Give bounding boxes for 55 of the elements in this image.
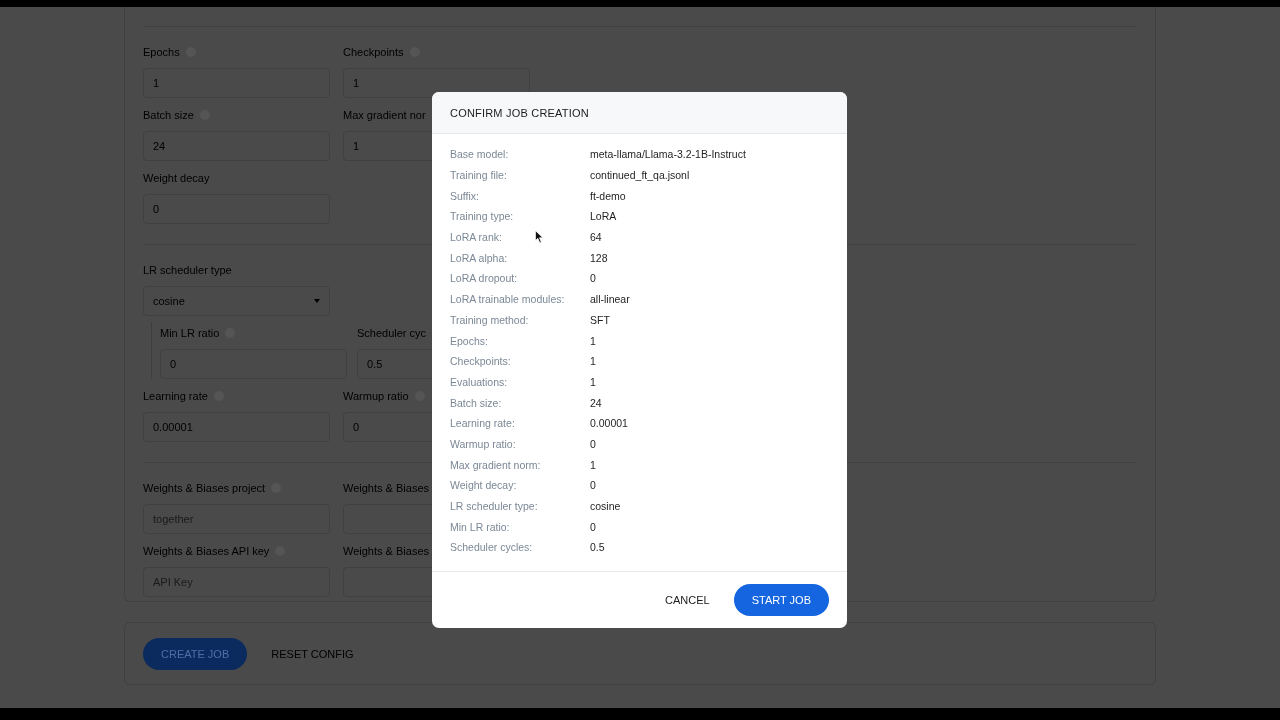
detail-label: Scheduler cycles: xyxy=(450,541,533,554)
detail-label: Training type: xyxy=(450,210,514,223)
detail-label: LR scheduler type: xyxy=(450,500,538,513)
detail-label: Training file: xyxy=(450,169,507,182)
detail-label: Epochs: xyxy=(450,334,488,347)
detail-value: 1 xyxy=(590,458,596,471)
detail-label: Checkpoints: xyxy=(450,355,511,368)
detail-label: Evaluations: xyxy=(450,375,508,388)
field-label: Min LR ratio xyxy=(160,327,220,339)
field-label: Learning rate xyxy=(143,390,208,402)
detail-value: ft-demo xyxy=(590,189,626,202)
field-label: Weights & Biases xyxy=(343,482,429,494)
detail-value: SFT xyxy=(590,313,610,326)
detail-value: all-linear xyxy=(590,293,630,306)
detail-value: 1 xyxy=(590,355,596,368)
field-label: Scheduler cyc xyxy=(357,327,427,339)
field-label: Batch size xyxy=(143,109,194,121)
field-label: Max gradient nor xyxy=(343,109,426,121)
detail-value: 0 xyxy=(590,479,596,492)
field-label: LR scheduler type xyxy=(143,264,232,276)
detail-value: continued_ft_qa.jsonl xyxy=(590,169,690,182)
detail-label: LoRA trainable modules: xyxy=(450,293,565,306)
detail-value: meta-llama/Llama-3.2-1B-Instruct xyxy=(590,148,746,161)
detail-label: Min LR ratio: xyxy=(450,520,510,533)
detail-label: Batch size: xyxy=(450,396,502,409)
field-label: Warmup ratio xyxy=(343,390,409,402)
detail-label: Weight decay: xyxy=(450,479,517,492)
detail-value: 0.5 xyxy=(590,541,605,554)
field-label: Weights & Biases project xyxy=(143,482,266,494)
detail-label: Warmup ratio: xyxy=(450,437,516,450)
field-label: Weights & Biases API key xyxy=(143,545,270,557)
detail-value: 0 xyxy=(590,437,596,450)
detail-label: LoRA dropout: xyxy=(450,272,518,285)
detail-label: Suffix: xyxy=(450,189,479,202)
detail-label: Learning rate: xyxy=(450,417,515,430)
detail-label: LoRA alpha: xyxy=(450,251,508,264)
detail-value: LoRA xyxy=(590,210,617,223)
detail-value: 0 xyxy=(590,272,596,285)
field-label: Weight decay xyxy=(143,172,210,184)
detail-value: 1 xyxy=(590,375,596,388)
field-label: Epochs xyxy=(143,46,180,58)
detail-value: 64 xyxy=(590,231,602,244)
detail-label: Training method: xyxy=(450,313,529,326)
dialog-title: CONFIRM JOB CREATION xyxy=(450,106,589,119)
detail-value: cosine xyxy=(590,500,621,513)
detail-value: 0.00001 xyxy=(590,417,628,430)
field-label: Checkpoints xyxy=(343,46,404,58)
detail-value: 128 xyxy=(590,251,608,264)
detail-value: 1 xyxy=(590,334,596,347)
detail-value: 0 xyxy=(590,520,596,533)
detail-label: Max gradient norm: xyxy=(450,458,541,471)
detail-label: Base model: xyxy=(450,148,509,161)
detail-label: LoRA rank: xyxy=(450,231,502,244)
field-label: Weights & Biases xyxy=(343,545,429,557)
detail-value: 24 xyxy=(590,396,602,409)
